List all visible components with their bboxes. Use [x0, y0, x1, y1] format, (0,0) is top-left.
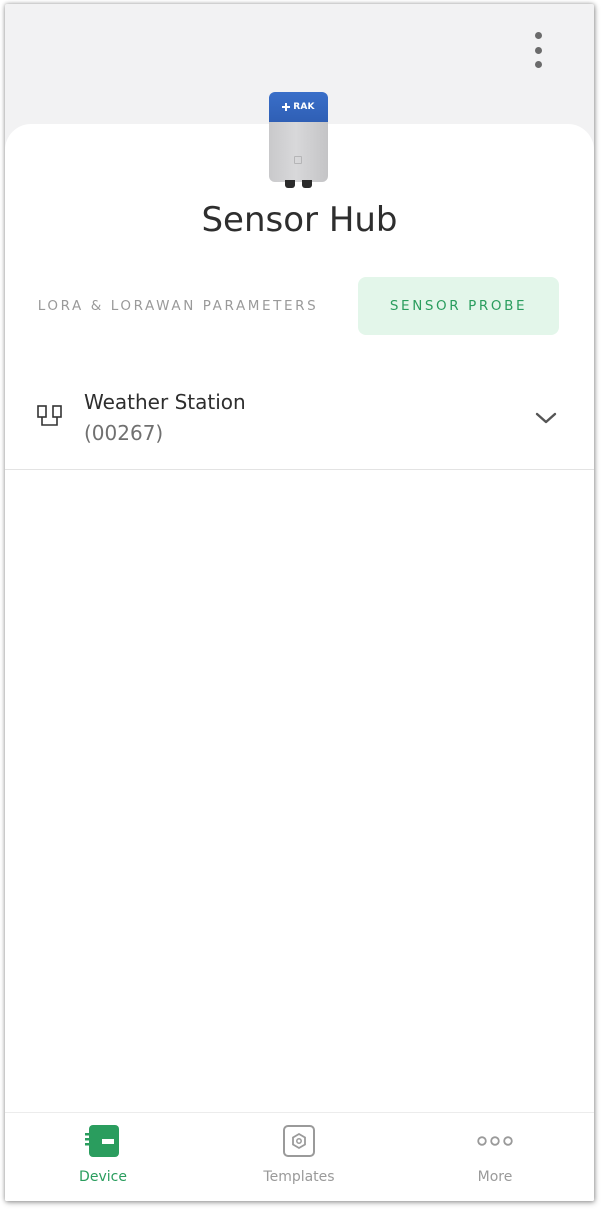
device-body	[269, 122, 328, 182]
device-image: RAK	[269, 92, 328, 190]
tab-bar: LORA & LORAWAN PARAMETERS SENSOR PROBE	[5, 277, 594, 337]
nav-more[interactable]: More	[397, 1113, 593, 1201]
probe-name: Weather Station	[84, 390, 246, 414]
tab-sensor-probe[interactable]: SENSOR PROBE	[358, 277, 559, 335]
bottom-navigation: Device Templates More	[5, 1112, 594, 1201]
device-brand-plate: RAK	[269, 92, 328, 122]
nav-device[interactable]: Device	[5, 1113, 201, 1201]
nav-templates[interactable]: Templates	[201, 1113, 397, 1201]
templates-icon	[283, 1125, 315, 1157]
nav-more-label: More	[477, 1169, 513, 1185]
sensor-probe-icon	[37, 405, 62, 426]
device-icon	[85, 1125, 119, 1157]
more-horizontal-icon	[477, 1136, 513, 1146]
chevron-down-icon[interactable]	[534, 410, 558, 426]
tab-lora-lorawan-parameters[interactable]: LORA & LORAWAN PARAMETERS	[33, 277, 323, 335]
probe-id: (00267)	[84, 421, 164, 445]
more-vertical-icon[interactable]	[530, 30, 546, 70]
app-window: RAK Sensor Hub LORA & LORAWAN PARAMETERS…	[5, 4, 594, 1201]
rak-logo-icon	[282, 103, 291, 111]
nav-templates-label: Templates	[263, 1169, 335, 1185]
device-brand-label: RAK	[293, 102, 315, 112]
probe-list-item[interactable]: Weather Station (00267)	[5, 376, 594, 470]
device-title: Sensor Hub	[201, 200, 398, 240]
nav-device-label: Device	[79, 1169, 127, 1185]
